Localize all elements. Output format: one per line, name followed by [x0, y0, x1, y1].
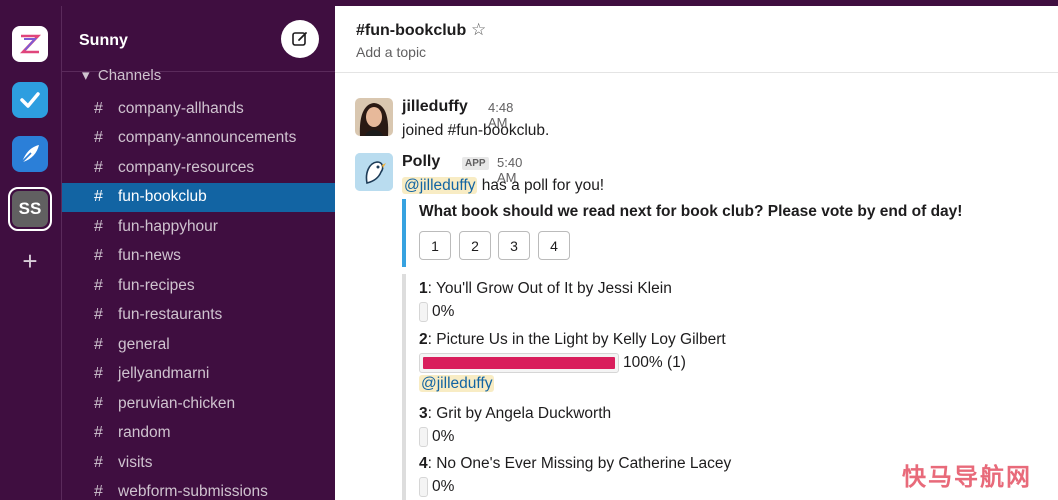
result-percent: 100% (1) [623, 354, 686, 371]
hash-icon: # [94, 276, 103, 294]
channel-label: fun-restaurants [118, 306, 223, 324]
sidebar-channel-company-allhands[interactable]: # company-allhands [62, 94, 336, 124]
sidebar-channel-fun-happyhour[interactable]: # fun-happyhour [62, 212, 336, 242]
app-badge: APP [462, 157, 489, 170]
sidebar-channel-fun-news[interactable]: # fun-news [62, 242, 336, 272]
result-bar-row: 0% [419, 426, 454, 448]
user-mention[interactable]: @jilleduffy [419, 375, 495, 392]
sidebar-channel-visits[interactable]: # visits [62, 448, 336, 478]
sidebar-channel-peruvian-chicken[interactable]: # peruvian-chicken [62, 389, 336, 419]
workspace-rail: SS + [0, 6, 61, 500]
hash-icon: # [94, 335, 103, 353]
result-bar [419, 353, 619, 373]
hash-icon: # [94, 217, 103, 235]
result-bar-row: 0% [419, 301, 454, 323]
main-pane: #fun-bookclub ☆ Add a topic jilleduffy 4… [335, 6, 1058, 500]
poll-question: What book should we read next for book c… [419, 203, 963, 220]
hash-icon: # [94, 188, 103, 206]
sidebar-channel-general[interactable]: # general [62, 330, 336, 360]
quill-icon[interactable] [12, 136, 48, 172]
poll-option: 2: Picture Us in the Light by Kelly Loy … [419, 331, 726, 348]
channels-section-label[interactable]: ▾ Channels [82, 66, 161, 84]
message-text: @jilleduffy has a poll for you! [402, 177, 605, 194]
result-percent: 0% [432, 428, 455, 445]
sidebar-channel-fun-restaurants[interactable]: # fun-restaurants [62, 301, 336, 331]
channel-list: # company-allhands # company-announcements #… [62, 94, 336, 500]
poll-question-block: What book should we read next for book c… [402, 199, 1002, 267]
compose-icon [292, 32, 307, 46]
sidebar-channel-company-announcements[interactable]: # company-announcements [62, 124, 336, 154]
hash-icon: # [94, 424, 103, 442]
result-bar-row: 0% [419, 476, 454, 498]
zoho-icon[interactable] [12, 26, 48, 62]
channel-label: fun-recipes [118, 276, 195, 294]
vote-button-3[interactable]: 3 [498, 231, 530, 260]
message-sender[interactable]: jilleduffy [402, 98, 468, 116]
poll-option: 4: No One's Ever Missing by Catherine La… [419, 455, 732, 472]
channel-label: company-announcements [118, 129, 297, 147]
hash-icon: # [94, 99, 103, 117]
channel-label: random [118, 424, 171, 442]
vote-button-4[interactable]: 4 [538, 231, 570, 260]
sidebar-channel-random[interactable]: # random [62, 419, 336, 449]
add-topic-link[interactable]: Add a topic [356, 44, 426, 60]
channel-label: company-resources [118, 158, 255, 176]
vote-button-1[interactable]: 1 [419, 231, 451, 260]
avatar[interactable] [355, 98, 393, 136]
vote-button-2[interactable]: 2 [459, 231, 491, 260]
poll-option: 3: Grit by Angela Duckworth [419, 405, 612, 422]
workspace-name: Sunny [79, 32, 128, 49]
sidebar-channel-fun-bookclub[interactable]: # fun-bookclub [62, 182, 336, 212]
result-bar [419, 477, 428, 497]
voter-list: @jilleduffy [419, 375, 495, 393]
result-bar-fill [423, 357, 615, 369]
hash-icon: # [94, 483, 103, 500]
slack-app: SS + Sunny ▾ Channels # company-allhands #… [0, 0, 1058, 500]
workspace-initials: SS [12, 191, 48, 227]
channel-label: jellyandmarni [118, 365, 210, 383]
channel-header: #fun-bookclub ☆ Add a topic [335, 6, 1058, 73]
channel-label: general [118, 335, 170, 353]
sidebar-channel-webform-submissions[interactable]: # webform-submissions [62, 478, 336, 500]
result-percent: 0% [432, 303, 455, 320]
result-bar [419, 427, 428, 447]
result-bar-row: 100% (1) [419, 352, 686, 374]
sidebar-channel-company-resources[interactable]: # company-resources [62, 153, 336, 183]
hash-icon: # [94, 394, 103, 412]
current-workspace-button[interactable]: SS [8, 187, 52, 231]
watermark-text: 快马导航网 [902, 463, 1032, 491]
channel-sidebar: Sunny ▾ Channels # company-allhands # compa… [61, 6, 336, 500]
tasks-check-icon[interactable] [12, 82, 48, 118]
channel-label: fun-news [118, 247, 181, 265]
sidebar-channel-jellyandmarni[interactable]: # jellyandmarni [62, 360, 336, 390]
hash-icon: # [94, 158, 103, 176]
channel-label: fun-happyhour [118, 217, 218, 235]
user-mention[interactable]: @jilleduffy [402, 177, 478, 194]
hash-icon: # [94, 306, 103, 324]
result-bar [419, 302, 428, 322]
channel-label: webform-submissions [118, 483, 268, 500]
channel-label: peruvian-chicken [118, 394, 236, 412]
workspace-header[interactable]: Sunny [62, 6, 336, 72]
compose-button[interactable] [281, 20, 319, 58]
hash-icon: # [94, 453, 103, 471]
channel-title[interactable]: #fun-bookclub [356, 22, 466, 40]
add-workspace-plus-icon[interactable]: + [18, 248, 42, 274]
sidebar-channel-fun-recipes[interactable]: # fun-recipes [62, 271, 336, 301]
hash-icon: # [94, 365, 103, 383]
polly-bird-icon[interactable] [355, 153, 393, 191]
result-percent: 0% [432, 478, 455, 495]
hash-icon: # [94, 247, 103, 265]
hash-icon: # [94, 129, 103, 147]
channel-label: company-allhands [118, 99, 244, 117]
poll-option: 1: You'll Grow Out of It by Jessi Klein [419, 280, 672, 297]
message-sender[interactable]: Polly [402, 153, 440, 171]
message-text: joined #fun-bookclub. [402, 122, 550, 139]
channel-label: fun-bookclub [118, 188, 207, 206]
channel-label: visits [118, 453, 153, 471]
star-icon[interactable]: ☆ [471, 20, 486, 40]
